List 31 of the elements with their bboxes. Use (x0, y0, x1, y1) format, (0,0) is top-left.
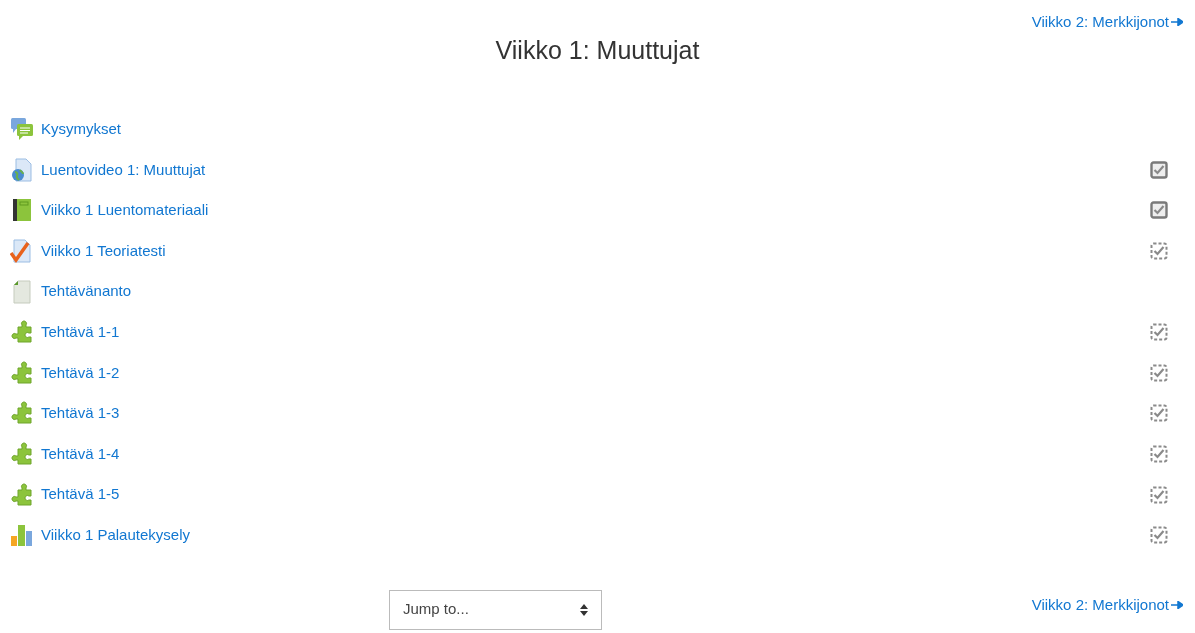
sort-arrows-icon (580, 603, 588, 616)
arrow-right-icon (1171, 18, 1183, 27)
activity-link[interactable]: Viikko 1 Palautekysely (41, 524, 190, 547)
puzzle-piece-icon (10, 442, 34, 467)
activity-link[interactable]: Tehtävä 1-1 (41, 321, 120, 344)
activity-link[interactable]: Tehtävä 1-4 (41, 442, 120, 466)
next-section-link[interactable]: Viikko 2: Merkkijonot (1031, 11, 1183, 34)
section-title: Viikko 1: Muuttujat (494, 34, 701, 66)
book-icon (10, 198, 34, 223)
globe-document-icon (10, 157, 34, 182)
arrow-right-icon (1171, 600, 1183, 609)
jump-to-select[interactable]: Jump to... (389, 589, 602, 630)
chat-bubbles-icon (10, 117, 34, 142)
puzzle-piece-icon (10, 401, 34, 426)
bar-chart-icon (10, 523, 34, 548)
activity-link[interactable]: Viikko 1 Teoriatesti (41, 239, 166, 263)
completion-checkbox-icon[interactable] (1150, 201, 1168, 220)
document-icon (10, 279, 34, 304)
puzzle-piece-icon (10, 320, 34, 345)
activity-link[interactable]: Tehtävä 1-5 (41, 483, 120, 506)
puzzle-piece-icon (10, 360, 34, 385)
checkmark-document-icon (10, 239, 34, 264)
activity-link[interactable]: Tehtävänanto (41, 280, 132, 303)
activity-link[interactable]: Tehtävä 1-3 (41, 402, 120, 425)
completion-checkbox-icon[interactable] (1150, 160, 1168, 179)
activity-link[interactable]: Luentovideo 1: Muuttujat (41, 158, 206, 182)
activity-link[interactable]: Tehtävä 1-2 (41, 361, 120, 385)
activity-link[interactable]: Kysymykset (41, 118, 121, 141)
next-section-link[interactable]: Viikko 2: Merkkijonot (1031, 593, 1183, 617)
puzzle-piece-icon (10, 482, 34, 507)
activity-link[interactable]: Viikko 1 Luentomateriaali (41, 199, 209, 222)
